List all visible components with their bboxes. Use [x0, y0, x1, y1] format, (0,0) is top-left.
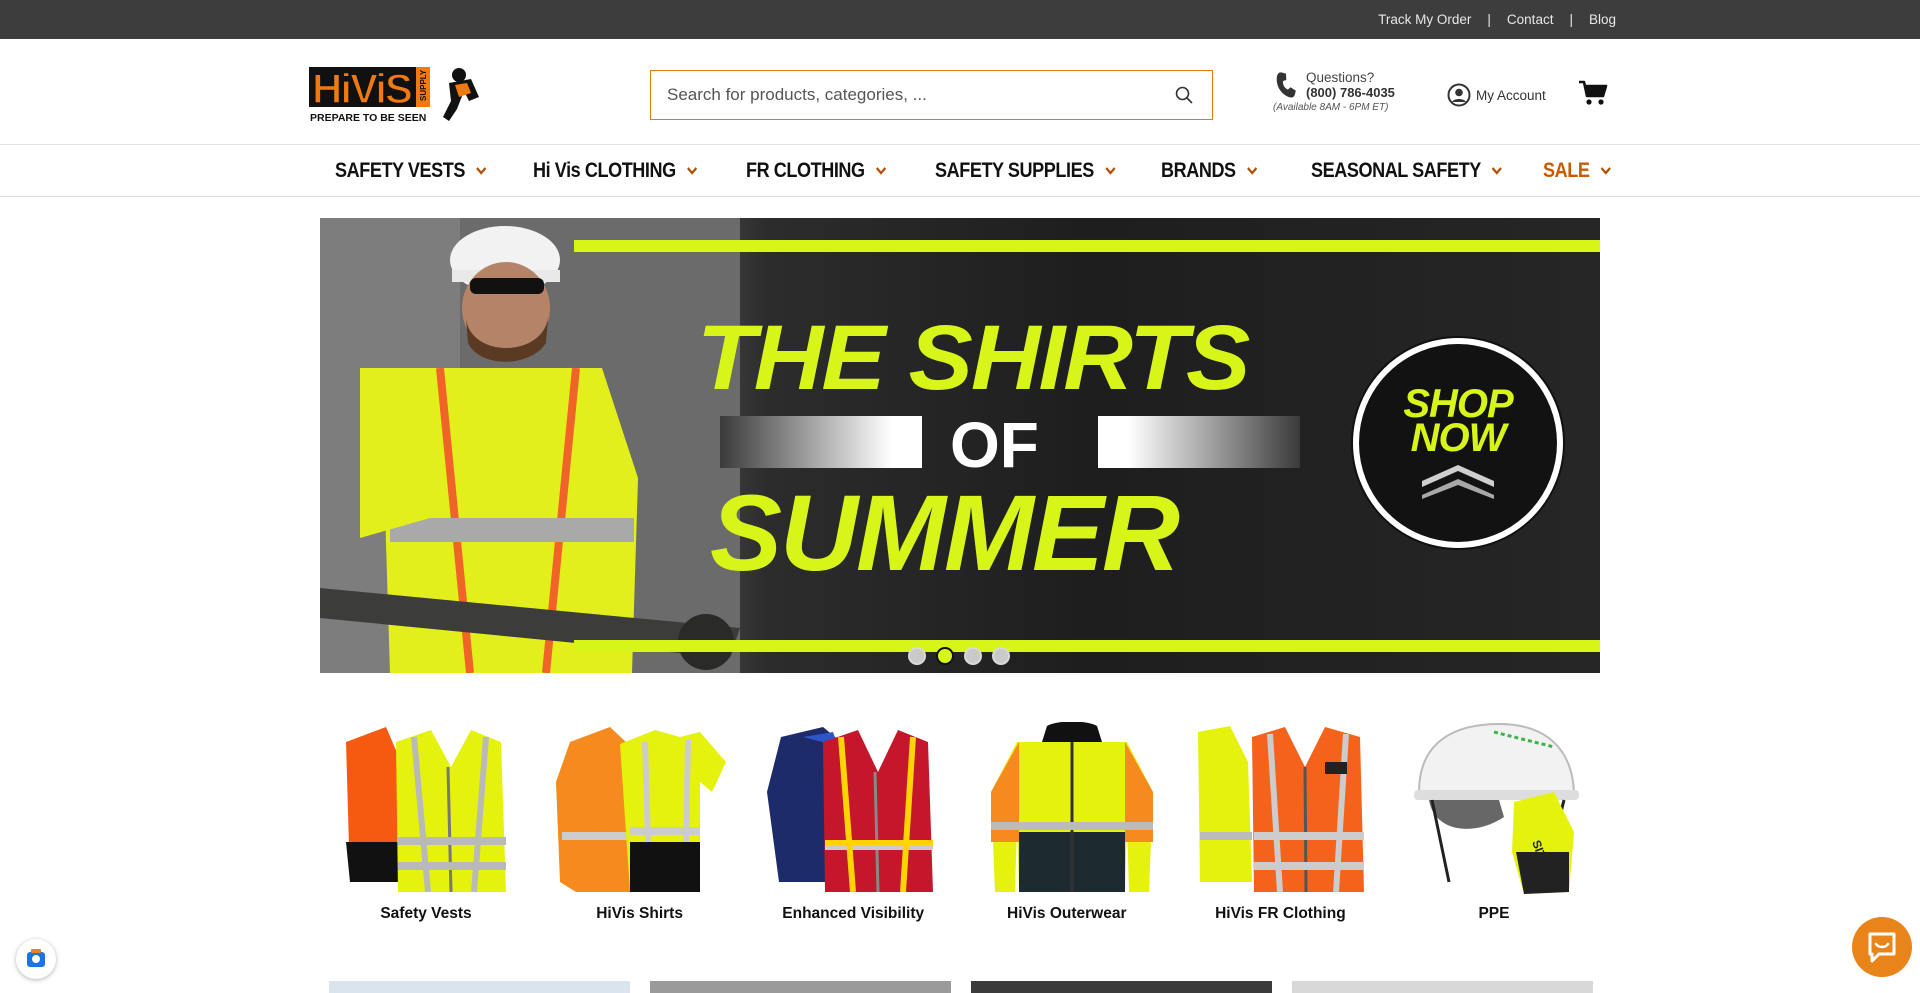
hero-banner[interactable]: THE SHIRTS OF SUMMER SHOP NOW: [320, 218, 1600, 673]
svg-text:PREPARE TO BE SEEN: PREPARE TO BE SEEN: [310, 112, 426, 124]
banner-stripe: [574, 240, 1600, 252]
banner-stripe: [574, 640, 1600, 652]
badge-icon: [27, 949, 45, 967]
hivis-shirts-image: [555, 727, 726, 892]
chevron-down-icon: [1600, 166, 1611, 175]
category-label: PPE: [1478, 905, 1510, 922]
blog-link[interactable]: Blog: [1589, 12, 1616, 27]
account-icon: [1447, 83, 1471, 107]
nav-label: SAFETY SUPPLIES: [935, 158, 1094, 182]
my-account-label: My Account: [1476, 87, 1546, 103]
category-hivis-fr-clothing[interactable]: HiVis FR Clothing: [1187, 722, 1373, 923]
phone-number[interactable]: (800) 786-4035: [1306, 85, 1395, 100]
nav-label: Hi Vis CLOTHING: [533, 158, 676, 182]
category-label: HiVis Outerwear: [1007, 905, 1127, 922]
search-icon[interactable]: [1172, 83, 1196, 107]
promo-tile[interactable]: [1292, 981, 1593, 993]
chevron-down-icon: [1492, 166, 1503, 175]
hivis-fr-clothing-image: [1198, 726, 1365, 893]
nav-label: FR CLOTHING: [746, 158, 865, 182]
promo-tile[interactable]: [971, 981, 1272, 993]
category-label: HiVis Shirts: [596, 905, 683, 922]
svg-text:SUPPLY: SUPPLY: [419, 69, 428, 101]
nav-safety-supplies[interactable]: SAFETY SUPPLIES: [935, 159, 1129, 183]
carousel-dot-1[interactable]: [908, 647, 926, 665]
chevron-down-icon: [687, 166, 698, 175]
cart-icon[interactable]: [1578, 79, 1608, 107]
chevron-down-icon: [1105, 166, 1116, 175]
site-header: HiViS SUPPLY PREPARE TO BE SEEN Question…: [0, 39, 1920, 145]
promo-tile[interactable]: [329, 981, 630, 993]
banner-headline-summer: SUMMER: [710, 472, 1180, 593]
accessibility-badge-button[interactable]: [16, 939, 56, 979]
promo-tiles: [329, 981, 1593, 993]
nav-label: SALE: [1543, 158, 1590, 182]
separator: |: [1569, 12, 1573, 27]
chevron-down-icon: [1246, 166, 1258, 175]
chevron-down-icon: [476, 166, 487, 175]
nav-brands[interactable]: BRANDS: [1161, 159, 1290, 183]
nav-sale[interactable]: SALE: [1543, 159, 1612, 183]
contact-link[interactable]: Contact: [1507, 12, 1554, 27]
nav-safety-vests[interactable]: SAFETY VESTS: [335, 159, 505, 183]
chat-icon: [1868, 932, 1896, 963]
chevron-down-icon: [875, 166, 887, 175]
carousel-dot-2[interactable]: [936, 647, 954, 665]
nav-hivis-clothing[interactable]: Hi Vis CLOTHING: [533, 159, 716, 183]
category-label: Enhanced Visibility: [782, 905, 925, 922]
worker-photo: [320, 218, 740, 673]
category-grid: Safety Vests HiVis Shirts Enhanced Visib…: [320, 722, 1600, 923]
category-label: Safety Vests: [380, 905, 472, 922]
separator: |: [1487, 12, 1491, 27]
nav-seasonal-safety[interactable]: SEASONAL SAFETY: [1311, 159, 1511, 183]
category-label: HiVis FR Clothing: [1215, 905, 1346, 922]
search-box: [650, 70, 1213, 120]
shop-now-label: SHOP NOW: [1403, 382, 1513, 460]
nav-label: SAFETY VESTS: [335, 158, 465, 182]
banner-bar: [1098, 416, 1300, 468]
track-order-link[interactable]: Track My Order: [1378, 12, 1471, 27]
contact-info: Questions? (800) 786-4035 (Available 8AM…: [1273, 70, 1395, 116]
my-account-link[interactable]: My Account: [1447, 83, 1546, 107]
questions-label: Questions?: [1306, 70, 1375, 85]
carousel-dot-3[interactable]: [964, 647, 982, 665]
live-chat-button[interactable]: [1852, 917, 1912, 977]
promo-tile[interactable]: [650, 981, 951, 993]
category-ppe[interactable]: SITE PPE: [1401, 722, 1587, 923]
carousel-dot-4[interactable]: [992, 647, 1010, 665]
chevron-up-icon: [1422, 465, 1494, 499]
ppe-image: SITE: [1413, 722, 1579, 894]
enhanced-visibility-image: [767, 727, 934, 893]
search-input[interactable]: [667, 85, 1172, 105]
category-hivis-outerwear[interactable]: HiVis Outerwear: [974, 722, 1160, 923]
hivis-logo[interactable]: HiViS SUPPLY PREPARE TO BE SEEN: [309, 61, 489, 125]
nav-fr-clothing[interactable]: FR CLOTHING: [746, 159, 909, 183]
hivis-outerwear-image: [990, 722, 1153, 892]
carousel-dots: [908, 647, 1010, 665]
nav-label: SEASONAL SAFETY: [1311, 158, 1481, 182]
phone-icon: [1273, 72, 1299, 98]
svg-text:HiViS: HiViS: [312, 65, 412, 112]
banner-headline: THE SHIRTS: [696, 307, 1251, 409]
shop-now-button[interactable]: SHOP NOW: [1353, 338, 1563, 548]
banner-bar: [720, 416, 922, 468]
availability-note: (Available 8AM - 6PM ET): [1273, 102, 1389, 113]
utility-bar: Track My Order | Contact | Blog: [0, 0, 1920, 39]
safety-vests-image: [346, 727, 506, 893]
category-hivis-shirts[interactable]: HiVis Shirts: [547, 722, 733, 923]
nav-label: BRANDS: [1161, 158, 1236, 182]
category-enhanced-visibility[interactable]: Enhanced Visibility: [760, 722, 946, 923]
category-safety-vests[interactable]: Safety Vests: [333, 722, 519, 923]
main-navigation: SAFETY VESTS Hi Vis CLOTHING FR CLOTHING…: [0, 145, 1920, 197]
